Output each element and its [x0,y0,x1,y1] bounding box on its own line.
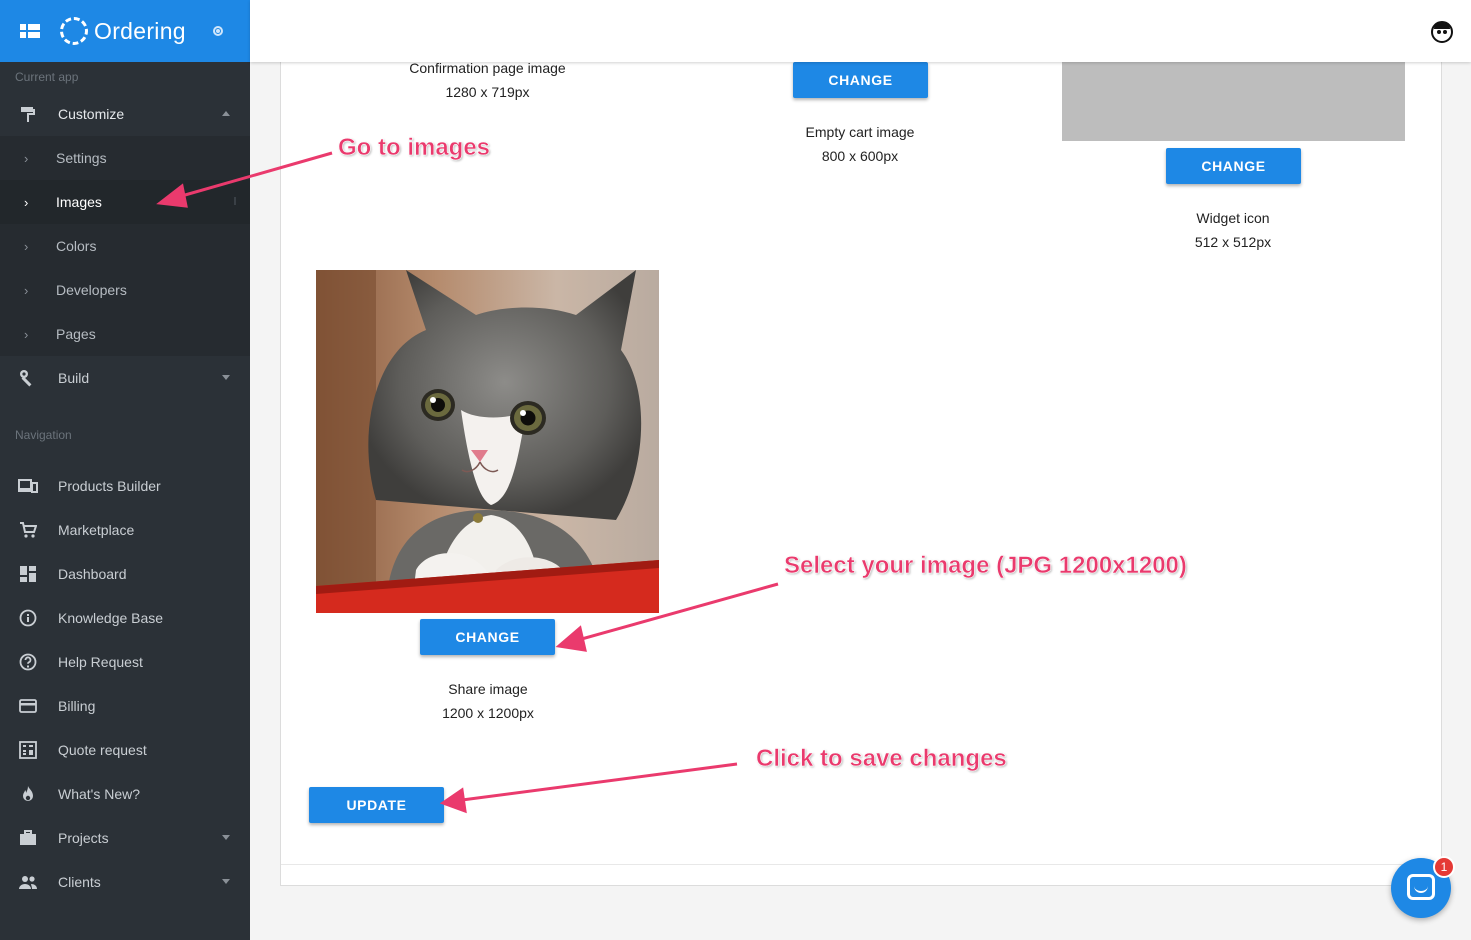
sidebar-item-developers[interactable]: › Developers [0,268,250,312]
sidebar-item-label: Help Request [58,654,143,670]
sidebar-item-settings[interactable]: › Settings [0,136,250,180]
user-avatar-icon[interactable] [1431,21,1453,43]
chevron-right-icon: › [24,326,29,342]
chat-launcher-button[interactable]: 1 [1391,856,1455,918]
sidebar-item-label: Pages [56,326,96,342]
sidebar-item-label: Dashboard [58,566,127,582]
sidebar-item-help-request[interactable]: Help Request [0,640,250,684]
active-indicator [234,197,236,205]
chevron-right-icon: › [24,194,29,210]
chevron-right-icon: › [24,282,29,298]
widget-icon-change-button[interactable]: CHANGE [1166,148,1301,184]
chevron-up-icon [222,111,230,116]
annotation-select-image: Select your image (JPG 1200x1200) [784,552,1187,580]
sidebar-item-images[interactable]: › Images [0,180,250,224]
sidebar-item-label: Marketplace [58,522,135,538]
widget-icon-title: Widget icon [1196,210,1270,226]
chat-bubble-icon [1407,874,1435,900]
menu-icon[interactable] [20,24,40,38]
share-image-info: Share image 1200 x 1200px [388,677,588,725]
sidebar-item-quote-request[interactable]: Quote request [0,728,250,772]
sidebar-item-label: Products Builder [58,478,161,494]
sidebar-item-label: Colors [56,238,97,254]
share-image-size: 1200 x 1200px [442,705,534,721]
annotation-save-changes: Click to save changes [756,745,1007,773]
radio-dot-icon[interactable] [212,26,223,36]
sidebar-item-label: What's New? [58,786,141,802]
sidebar-item-label: Developers [56,282,127,298]
card-divider [281,864,1441,865]
chat-notification-badge: 1 [1433,856,1455,878]
sidebar-item-label: Projects [58,830,109,846]
fire-icon [18,784,38,804]
sidebar-item-label: Build [58,370,90,386]
empty-cart-image-title: Empty cart image [805,124,915,140]
widget-icon-size: 512 x 512px [1194,234,1272,250]
empty-cart-change-button[interactable]: CHANGE [793,62,928,98]
devices-icon [18,476,38,496]
chevron-down-icon [222,375,230,380]
kitten-photo [316,270,659,613]
widget-icon-info: Widget icon 512 x 512px [1133,206,1333,254]
navigation-label: Navigation [15,428,72,442]
wrench-icon [18,368,38,388]
sidebar-item-label: Knowledge Base [58,610,164,626]
sidebar-item-knowledge-base[interactable]: Knowledge Base [0,596,250,640]
sidebar-item-projects[interactable]: Projects [0,816,250,860]
logo-icon [60,17,88,45]
sidebar-item-dashboard[interactable]: Dashboard [0,552,250,596]
chevron-down-icon [222,835,230,840]
chevron-down-icon [222,879,230,884]
sidebar-item-billing[interactable]: Billing [0,684,250,728]
share-image-title: Share image [448,681,528,697]
sidebar-item-whats-new[interactable]: What's New? [0,772,250,816]
sidebar-item-marketplace[interactable]: Marketplace [0,508,250,552]
brand-header: Ordering [0,0,250,62]
briefcase-icon [18,828,38,848]
info-icon [18,608,38,628]
confirmation-image-info: Confirmation page image 1280 x 719px [380,56,595,104]
customize-submenu: › Settings › Images › Colors › Developer… [0,136,250,356]
sidebar-item-label: Quote request [58,742,147,758]
empty-cart-image-size: 800 x 600px [821,148,899,164]
share-image-change-button[interactable]: CHANGE [420,619,555,655]
calculator-icon [18,740,38,760]
sidebar: Ordering Current app Customize › Setting… [0,0,250,940]
sidebar-item-label: Clients [58,874,101,890]
sidebar-item-label: Billing [58,698,96,714]
people-icon [18,872,38,892]
share-image-preview [316,270,659,613]
sidebar-item-label: Customize [58,106,125,122]
annotation-go-to-images: Go to images [338,134,491,162]
chevron-right-icon: › [24,150,29,166]
current-app-label: Current app [15,70,79,84]
sidebar-item-clients[interactable]: Clients [0,860,250,904]
confirmation-image-size: 1280 x 719px [445,84,530,100]
sidebar-item-build[interactable]: Build [0,356,250,400]
sidebar-item-products-builder[interactable]: Products Builder [0,464,250,508]
sidebar-item-pages[interactable]: › Pages [0,312,250,356]
app-name: Ordering [94,17,186,44]
help-icon [18,652,38,672]
sidebar-item-label: Images [56,194,102,210]
sidebar-item-colors[interactable]: › Colors [0,224,250,268]
paint-roller-icon [18,104,38,124]
chevron-right-icon: › [24,238,29,254]
dashboard-icon [18,564,38,584]
widget-icon-preview [1062,62,1405,141]
cart-icon [18,520,38,540]
empty-cart-image-info: Empty cart image 800 x 600px [760,120,960,168]
update-button[interactable]: UPDATE [309,787,444,823]
credit-card-icon [18,696,38,716]
top-bar [250,0,1471,62]
sidebar-item-label: Settings [56,150,107,166]
sidebar-item-customize[interactable]: Customize [0,92,250,136]
